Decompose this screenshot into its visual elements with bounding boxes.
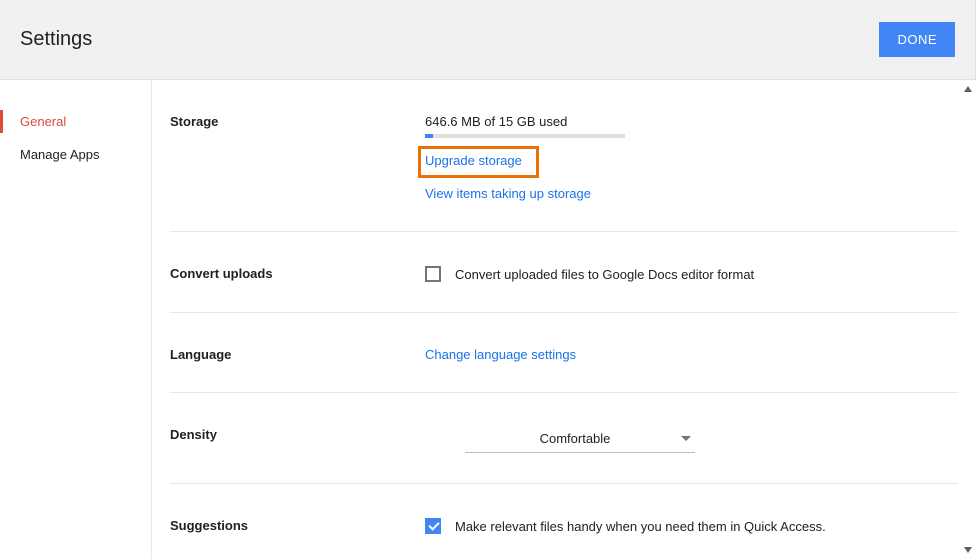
section-language: Language Change language settings xyxy=(170,343,958,393)
density-dropdown[interactable]: Comfortable xyxy=(465,427,695,453)
page-title: Settings xyxy=(20,28,92,51)
section-label-language: Language xyxy=(170,347,425,362)
section-label-convert: Convert uploads xyxy=(170,266,425,282)
sidebar-item-general[interactable]: General xyxy=(0,110,151,133)
suggestions-text: Make relevant files handy when you need … xyxy=(455,519,826,534)
section-label-suggestions: Suggestions xyxy=(170,518,425,534)
change-language-link[interactable]: Change language settings xyxy=(425,347,576,362)
upgrade-storage-link[interactable]: Upgrade storage xyxy=(425,153,522,168)
storage-progress-fill xyxy=(425,134,433,138)
done-button[interactable]: DONE xyxy=(879,22,955,57)
section-density: Density Comfortable xyxy=(170,423,958,484)
sidebar-item-label: Manage Apps xyxy=(20,147,100,162)
chevron-down-icon xyxy=(681,436,691,441)
highlight-upgrade-storage: Upgrade storage xyxy=(418,146,539,178)
storage-usage-text: 646.6 MB of 15 GB used xyxy=(425,114,958,129)
section-label-density: Density xyxy=(170,427,425,453)
scroll-down-icon[interactable] xyxy=(963,545,973,555)
storage-progress-bar xyxy=(425,134,625,138)
convert-uploads-checkbox[interactable] xyxy=(425,266,441,282)
header: Settings DONE xyxy=(0,0,976,80)
section-storage: Storage 646.6 MB of 15 GB used Upgrade s… xyxy=(170,110,958,232)
density-selected-value: Comfortable xyxy=(469,431,681,446)
section-suggestions: Suggestions Make relevant files handy wh… xyxy=(170,514,958,559)
scroll-up-icon[interactable] xyxy=(963,84,973,94)
sidebar-item-manage-apps[interactable]: Manage Apps xyxy=(0,143,151,166)
section-label-storage: Storage xyxy=(170,114,425,201)
section-convert-uploads: Convert uploads Convert uploaded files t… xyxy=(170,262,958,313)
view-storage-items-link[interactable]: View items taking up storage xyxy=(425,186,591,201)
convert-uploads-text: Convert uploaded files to Google Docs ed… xyxy=(455,267,754,282)
sidebar-item-label: General xyxy=(20,114,66,129)
settings-content[interactable]: Storage 646.6 MB of 15 GB used Upgrade s… xyxy=(152,80,976,559)
sidebar: General Manage Apps xyxy=(0,80,152,559)
suggestions-checkbox[interactable] xyxy=(425,518,441,534)
